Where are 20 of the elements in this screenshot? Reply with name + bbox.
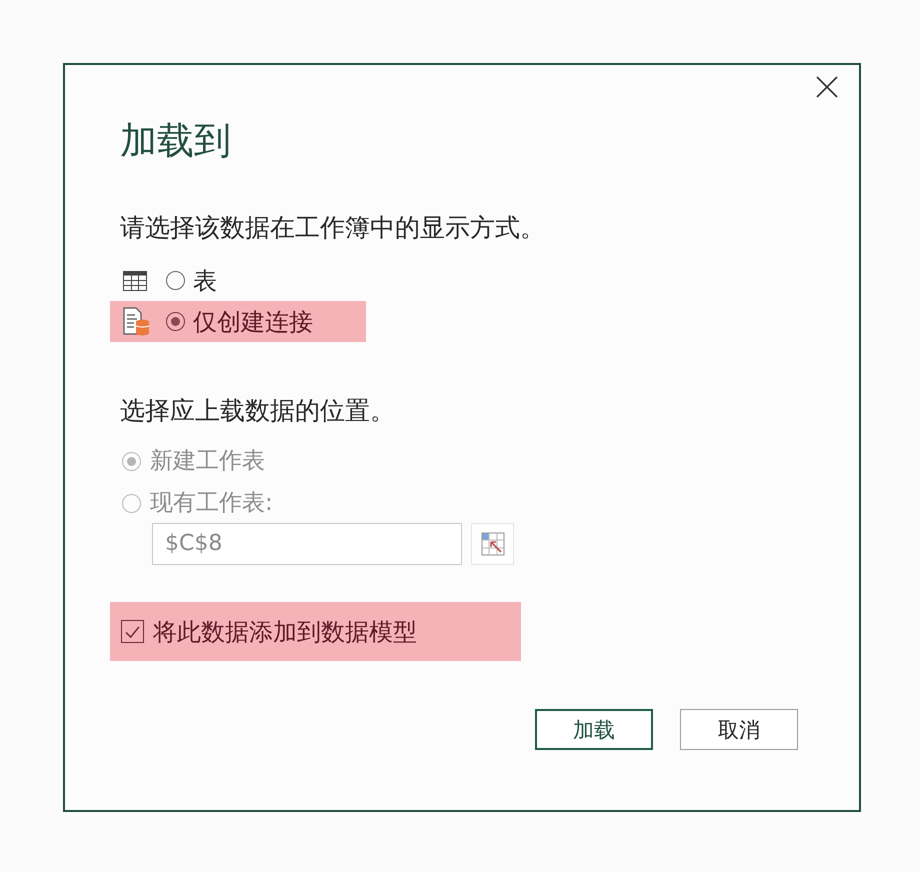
display-prompt: 请选择该数据在工作簿中的显示方式。 (120, 212, 546, 244)
checkmark-icon (125, 626, 140, 638)
option-label: 表 (193, 266, 217, 296)
radio-button[interactable] (166, 312, 185, 331)
option-label: 新建工作表 (150, 447, 265, 476)
grid-arrow-icon (480, 532, 504, 556)
table-icon (123, 270, 147, 290)
location-prompt: 选择应上载数据的位置。 (120, 395, 396, 427)
cancel-button[interactable]: 取消 (680, 709, 798, 750)
range-select-button[interactable] (471, 523, 514, 565)
radio-button[interactable] (166, 271, 185, 290)
load-button[interactable]: 加载 (535, 709, 653, 750)
document-database-icon (123, 306, 150, 336)
checkbox-label: 将此数据添加到数据模型 (153, 616, 417, 646)
option-label: 仅创建连接 (193, 306, 313, 336)
close-icon (816, 76, 838, 98)
option-label: 现有工作表: (150, 489, 273, 518)
close-button[interactable] (815, 75, 839, 99)
checkbox[interactable] (121, 620, 144, 643)
dialog-title: 加载到 (120, 119, 232, 163)
